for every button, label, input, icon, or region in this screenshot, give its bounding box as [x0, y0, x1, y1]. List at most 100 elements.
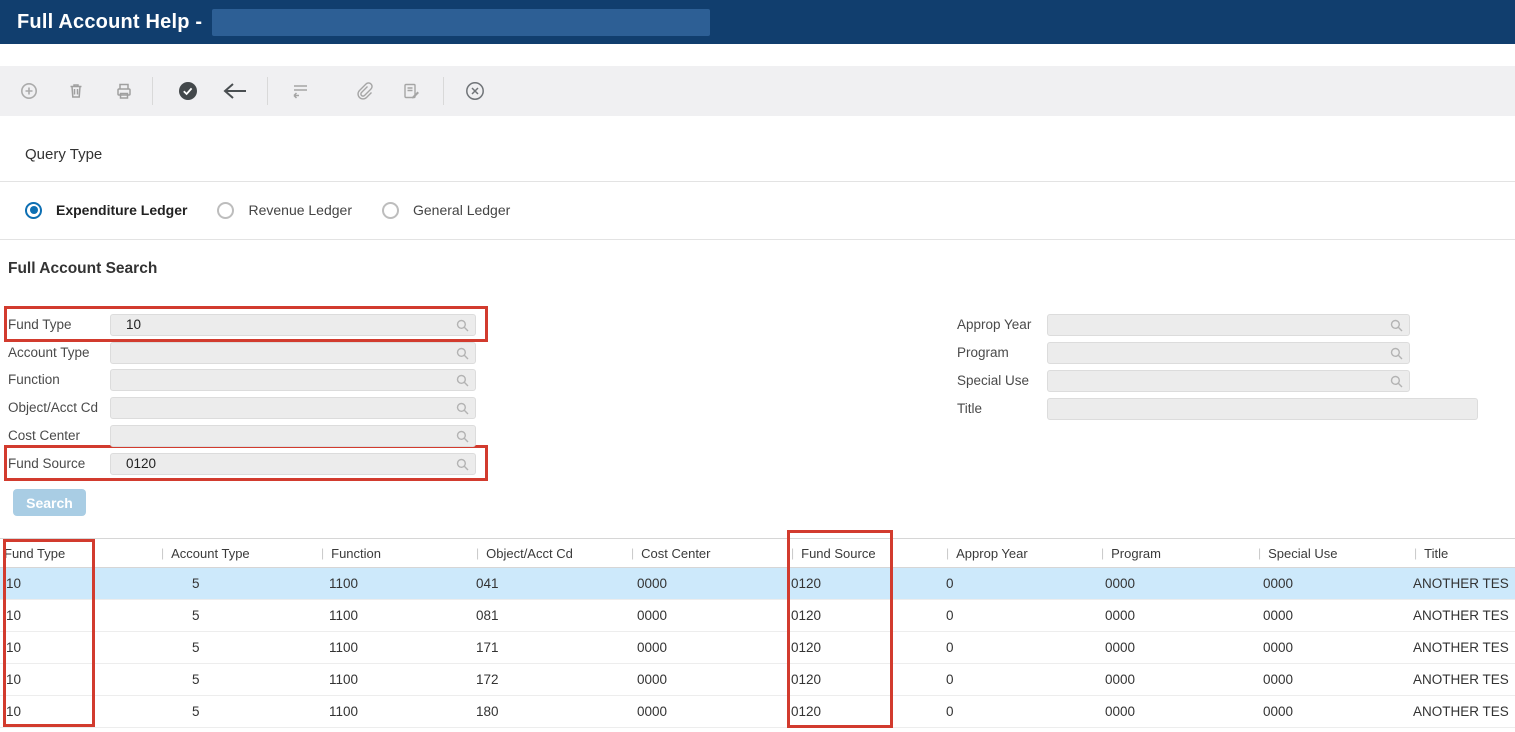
- cell-object-acct-cd: 081: [472, 600, 627, 631]
- field-label-object-acct-cd: Object/Acct Cd: [8, 397, 98, 419]
- table-row[interactable]: 105110017100000120000000000ANOTHER TES: [0, 632, 1515, 664]
- cell-account-type: 5: [157, 632, 317, 663]
- cancel-icon[interactable]: [462, 80, 488, 102]
- field-input-approp-year[interactable]: [1047, 314, 1410, 336]
- column-header-fund-source[interactable]: | Fund Source: [787, 539, 942, 567]
- cell-fund-source: 0120: [787, 664, 942, 695]
- table-row[interactable]: 105110004100000120000000000ANOTHER TES: [0, 568, 1515, 600]
- delete-icon[interactable]: [63, 80, 89, 102]
- cell-special-use: 0000: [1254, 696, 1410, 727]
- edit-icon[interactable]: [398, 80, 424, 102]
- column-header-label: Fund Type: [4, 546, 65, 561]
- radio-label: General Ledger: [413, 202, 510, 218]
- table-row[interactable]: 105110018000000120000000000ANOTHER TES: [0, 696, 1515, 728]
- column-header-label: Fund Source: [801, 546, 875, 561]
- lookup-search-icon[interactable]: [1390, 375, 1403, 388]
- column-header-object-acct-cd[interactable]: |Object/Acct Cd: [472, 539, 627, 567]
- cell-approp-year: 0: [942, 696, 1097, 727]
- field-input-account-type[interactable]: [110, 342, 476, 364]
- column-separator: |: [791, 546, 794, 560]
- cell-fund-source: 0120: [787, 600, 942, 631]
- radio-revenue-ledger[interactable]: Revenue Ledger: [217, 202, 352, 219]
- column-separator: |: [946, 546, 949, 560]
- cell-cost-center: 0000: [627, 600, 787, 631]
- search-button[interactable]: Search: [13, 489, 86, 516]
- lookup-search-icon[interactable]: [1390, 319, 1403, 332]
- column-header-fund-type[interactable]: Fund Type: [0, 539, 157, 567]
- column-header-label: Account Type: [171, 546, 250, 561]
- query-type-heading: Query Type: [25, 146, 102, 163]
- back-icon[interactable]: [222, 80, 248, 102]
- page-title: Full Account Help -: [17, 11, 202, 34]
- toolbar: [0, 66, 1515, 116]
- column-separator: |: [1414, 546, 1417, 560]
- post-icon[interactable]: [287, 80, 313, 102]
- confirm-icon[interactable]: [175, 80, 201, 102]
- cell-cost-center: 0000: [627, 664, 787, 695]
- cell-special-use: 0000: [1254, 632, 1410, 663]
- radio-general-ledger[interactable]: General Ledger: [382, 202, 510, 219]
- field-label-program: Program: [957, 342, 1009, 364]
- lookup-search-icon[interactable]: [456, 319, 469, 332]
- field-input-fund-type[interactable]: 10: [110, 314, 476, 336]
- cell-fund-type: 10: [0, 568, 157, 599]
- field-input-fund-source[interactable]: 0120: [110, 453, 476, 475]
- column-header-special-use[interactable]: |Special Use: [1254, 539, 1410, 567]
- column-header-approp-year[interactable]: |Approp Year: [942, 539, 1097, 567]
- cell-fund-type: 10: [0, 600, 157, 631]
- field-input-special-use[interactable]: [1047, 370, 1410, 392]
- field-input-object-acct-cd[interactable]: [110, 397, 476, 419]
- field-label-fund-type: Fund Type: [8, 314, 72, 336]
- cell-title: ANOTHER TES: [1410, 632, 1515, 663]
- table-row[interactable]: 105110008100000120000000000ANOTHER TES: [0, 600, 1515, 632]
- field-input-title[interactable]: [1047, 398, 1478, 420]
- cell-program: 0000: [1097, 568, 1254, 599]
- cell-account-type: 5: [157, 568, 317, 599]
- lookup-search-icon[interactable]: [456, 458, 469, 471]
- radio-indicator[interactable]: [25, 202, 42, 219]
- cell-object-acct-cd: 172: [472, 664, 627, 695]
- field-input-cost-center[interactable]: [110, 425, 476, 447]
- field-label-title: Title: [957, 398, 982, 420]
- lookup-search-icon[interactable]: [456, 402, 469, 415]
- radio-expenditure-ledger[interactable]: Expenditure Ledger: [25, 202, 187, 219]
- toolbar-divider: [267, 77, 268, 105]
- table-row[interactable]: 105110017200000120000000000ANOTHER TES: [0, 664, 1515, 696]
- lookup-search-icon[interactable]: [456, 374, 469, 387]
- column-header-cost-center[interactable]: |Cost Center: [627, 539, 787, 567]
- add-icon[interactable]: [16, 80, 42, 102]
- radio-indicator[interactable]: [217, 202, 234, 219]
- cell-function: 1100: [317, 696, 472, 727]
- cell-function: 1100: [317, 568, 472, 599]
- column-header-title[interactable]: |Title: [1410, 539, 1515, 567]
- field-input-program[interactable]: [1047, 342, 1410, 364]
- toolbar-divider: [152, 77, 153, 105]
- field-input-function[interactable]: [110, 369, 476, 391]
- attachment-icon[interactable]: [351, 80, 377, 102]
- cell-object-acct-cd: 171: [472, 632, 627, 663]
- field-label-cost-center: Cost Center: [8, 425, 80, 447]
- field-value: 10: [111, 315, 141, 335]
- column-separator: |: [476, 546, 479, 560]
- cell-account-type: 5: [157, 664, 317, 695]
- radio-indicator[interactable]: [382, 202, 399, 219]
- cell-program: 0000: [1097, 600, 1254, 631]
- cell-account-type: 5: [157, 600, 317, 631]
- lookup-search-icon[interactable]: [456, 347, 469, 360]
- cell-approp-year: 0: [942, 664, 1097, 695]
- radio-dot: [30, 206, 38, 214]
- full-account-help-window: Full Account Help -: [0, 0, 1515, 732]
- cell-fund-type: 10: [0, 664, 157, 695]
- cell-program: 0000: [1097, 696, 1254, 727]
- cell-program: 0000: [1097, 632, 1254, 663]
- divider: [0, 181, 1515, 182]
- cell-special-use: 0000: [1254, 664, 1410, 695]
- lookup-search-icon[interactable]: [456, 430, 469, 443]
- column-header-function[interactable]: |Function: [317, 539, 472, 567]
- column-separator: |: [161, 546, 164, 560]
- column-header-program[interactable]: |Program: [1097, 539, 1254, 567]
- print-icon[interactable]: [111, 80, 137, 102]
- lookup-search-icon[interactable]: [1390, 347, 1403, 360]
- column-header-account-type[interactable]: | Account Type: [157, 539, 317, 567]
- cell-function: 1100: [317, 600, 472, 631]
